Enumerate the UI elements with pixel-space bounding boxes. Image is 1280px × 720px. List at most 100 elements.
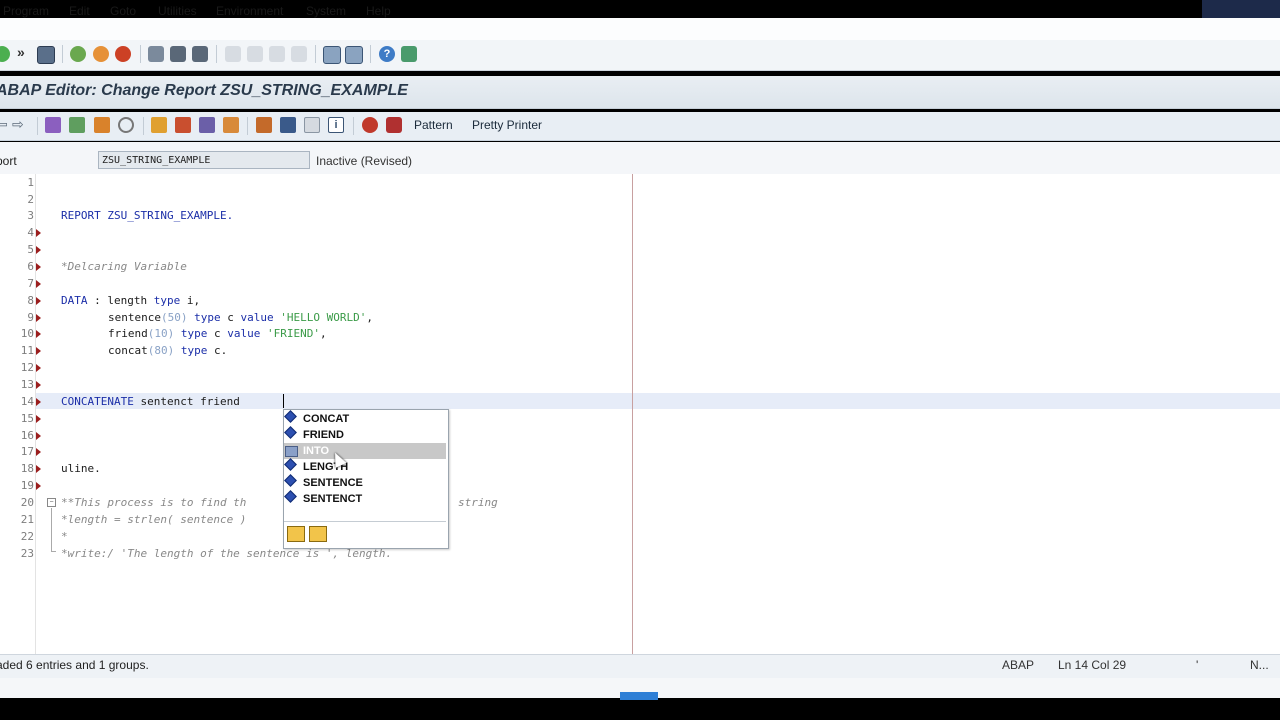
fold-marker-icon[interactable] [36,465,41,473]
prev-object-icon[interactable]: ⇦ [0,116,8,133]
insert-icon[interactable] [280,117,296,133]
fold-marker-icon[interactable] [36,347,41,355]
menu-help[interactable]: Help [366,4,391,18]
status-position: Ln 14 Col 29 [1058,658,1127,672]
fold-marker-icon[interactable] [36,482,41,490]
autocomplete-item-length[interactable]: LENGTH [284,458,446,475]
fold-marker-icon[interactable] [36,364,41,372]
menu-edit[interactable]: Edit [69,4,90,18]
autocomplete-item-concat[interactable]: CONCAT [284,410,446,427]
code-token: c [220,311,241,324]
fold-marker-icon[interactable] [36,229,41,237]
code-token: value [227,327,261,340]
show-groups-icon[interactable] [309,526,327,542]
customize-icon[interactable] [401,46,417,62]
last-page-icon[interactable] [291,46,307,62]
code-token: (50) [160,311,188,324]
other-object-icon[interactable] [69,117,85,133]
pattern-button[interactable]: Pattern [414,118,453,132]
code-line-8: DATA : length type i, [61,294,200,307]
check-icon[interactable] [94,117,110,133]
code-token: c. [207,344,228,357]
print-icon[interactable] [148,46,164,62]
shortcut-icon[interactable] [345,46,363,64]
new-session-icon[interactable] [323,46,341,64]
first-page-icon[interactable] [225,46,241,62]
application-toolbar [0,112,1280,141]
menu-program[interactable]: Program [3,4,49,18]
line-number: 1 [27,176,34,189]
fold-marker-icon[interactable] [36,448,41,456]
line-number: 20 [20,496,34,509]
autocomplete-item-into[interactable]: INTO [284,443,446,459]
menu-utilities[interactable]: Utilities [158,4,197,18]
display-change-icon[interactable] [45,117,61,133]
external-breakpoint-icon[interactable] [386,117,402,133]
where-used-icon[interactable] [175,117,191,133]
code-token: friend [108,327,148,340]
code-line-14: CONCATENATE sentenct friend [61,395,246,408]
pretty-printer-button[interactable]: Pretty Printer [472,118,542,132]
code-line-3: REPORT ZSU_STRING_EXAMPLE. [61,209,233,222]
line-number: 12 [20,361,34,374]
fold-marker-icon[interactable] [36,398,41,406]
code-token: value [240,311,274,324]
hierarchy-icon[interactable] [256,117,272,133]
find-icon[interactable] [170,46,186,62]
fold-marker-icon[interactable] [36,297,41,305]
toolbar-separator [370,45,371,63]
line-number: 22 [20,530,34,543]
keyword-icon [284,410,297,423]
code-token: sentenct friend [133,395,247,408]
toolbar-separator [143,117,144,135]
cancel-icon[interactable] [115,46,131,62]
status-mode: N... [1250,658,1269,672]
menu-environment[interactable]: Environment [216,4,283,18]
info-icon[interactable]: i [328,117,344,133]
collapse-block-icon[interactable]: − [47,498,56,507]
more-icon[interactable]: » [17,44,25,60]
fold-marker-icon[interactable] [36,314,41,322]
code-token: type [174,327,208,340]
display-object-icon[interactable] [304,117,320,133]
fold-marker-icon[interactable] [36,246,41,254]
code-token: REPORT ZSU_STRING_EXAMPLE. [61,209,234,222]
save-icon[interactable] [37,46,55,64]
fold-marker-icon[interactable] [36,432,41,440]
help-icon[interactable]: ? [379,46,395,62]
autocomplete-item-sentence[interactable]: SENTENCE [284,474,446,491]
autocomplete-item-sentenct[interactable]: SENTENCT [284,490,446,507]
code-editor[interactable] [0,174,1280,654]
navigation-window-icon[interactable] [223,117,239,133]
code-token: (80) [147,344,175,357]
report-name-field[interactable]: ZSU_STRING_EXAMPLE [98,151,310,169]
fold-marker-icon[interactable] [36,330,41,338]
toolbar-separator [247,117,248,135]
fold-marker-icon[interactable] [36,280,41,288]
fold-marker-icon[interactable] [36,263,41,271]
code-line-18: uline. [61,462,101,475]
show-keywords-icon[interactable] [287,526,305,542]
find-next-icon[interactable] [192,46,208,62]
prev-page-icon[interactable] [247,46,263,62]
object-list-icon[interactable] [199,117,215,133]
menu-system[interactable]: System [306,4,346,18]
fold-marker-icon[interactable] [36,415,41,423]
line-number: 11 [20,344,34,357]
autocomplete-item-friend[interactable]: FRIEND [284,426,446,443]
code-token: DATA [61,294,88,307]
activate-icon[interactable] [118,117,134,133]
breakpoint-icon[interactable] [362,117,378,133]
code-token: 'FRIEND' [260,327,320,340]
exit-icon[interactable] [93,46,109,62]
code-line-10: friend(10) type c value 'FRIEND', [108,327,327,340]
right-margin-line [632,174,633,654]
back-icon[interactable] [70,46,86,62]
fold-marker-icon[interactable] [36,381,41,389]
next-page-icon[interactable] [269,46,285,62]
page-title: ABAP Editor: Change Report ZSU_STRING_EX… [0,82,408,99]
next-object-icon[interactable]: ⇨ [12,116,24,133]
test-icon[interactable] [151,117,167,133]
menu-goto[interactable]: Goto [110,4,136,18]
line-number: 4 [27,226,34,239]
